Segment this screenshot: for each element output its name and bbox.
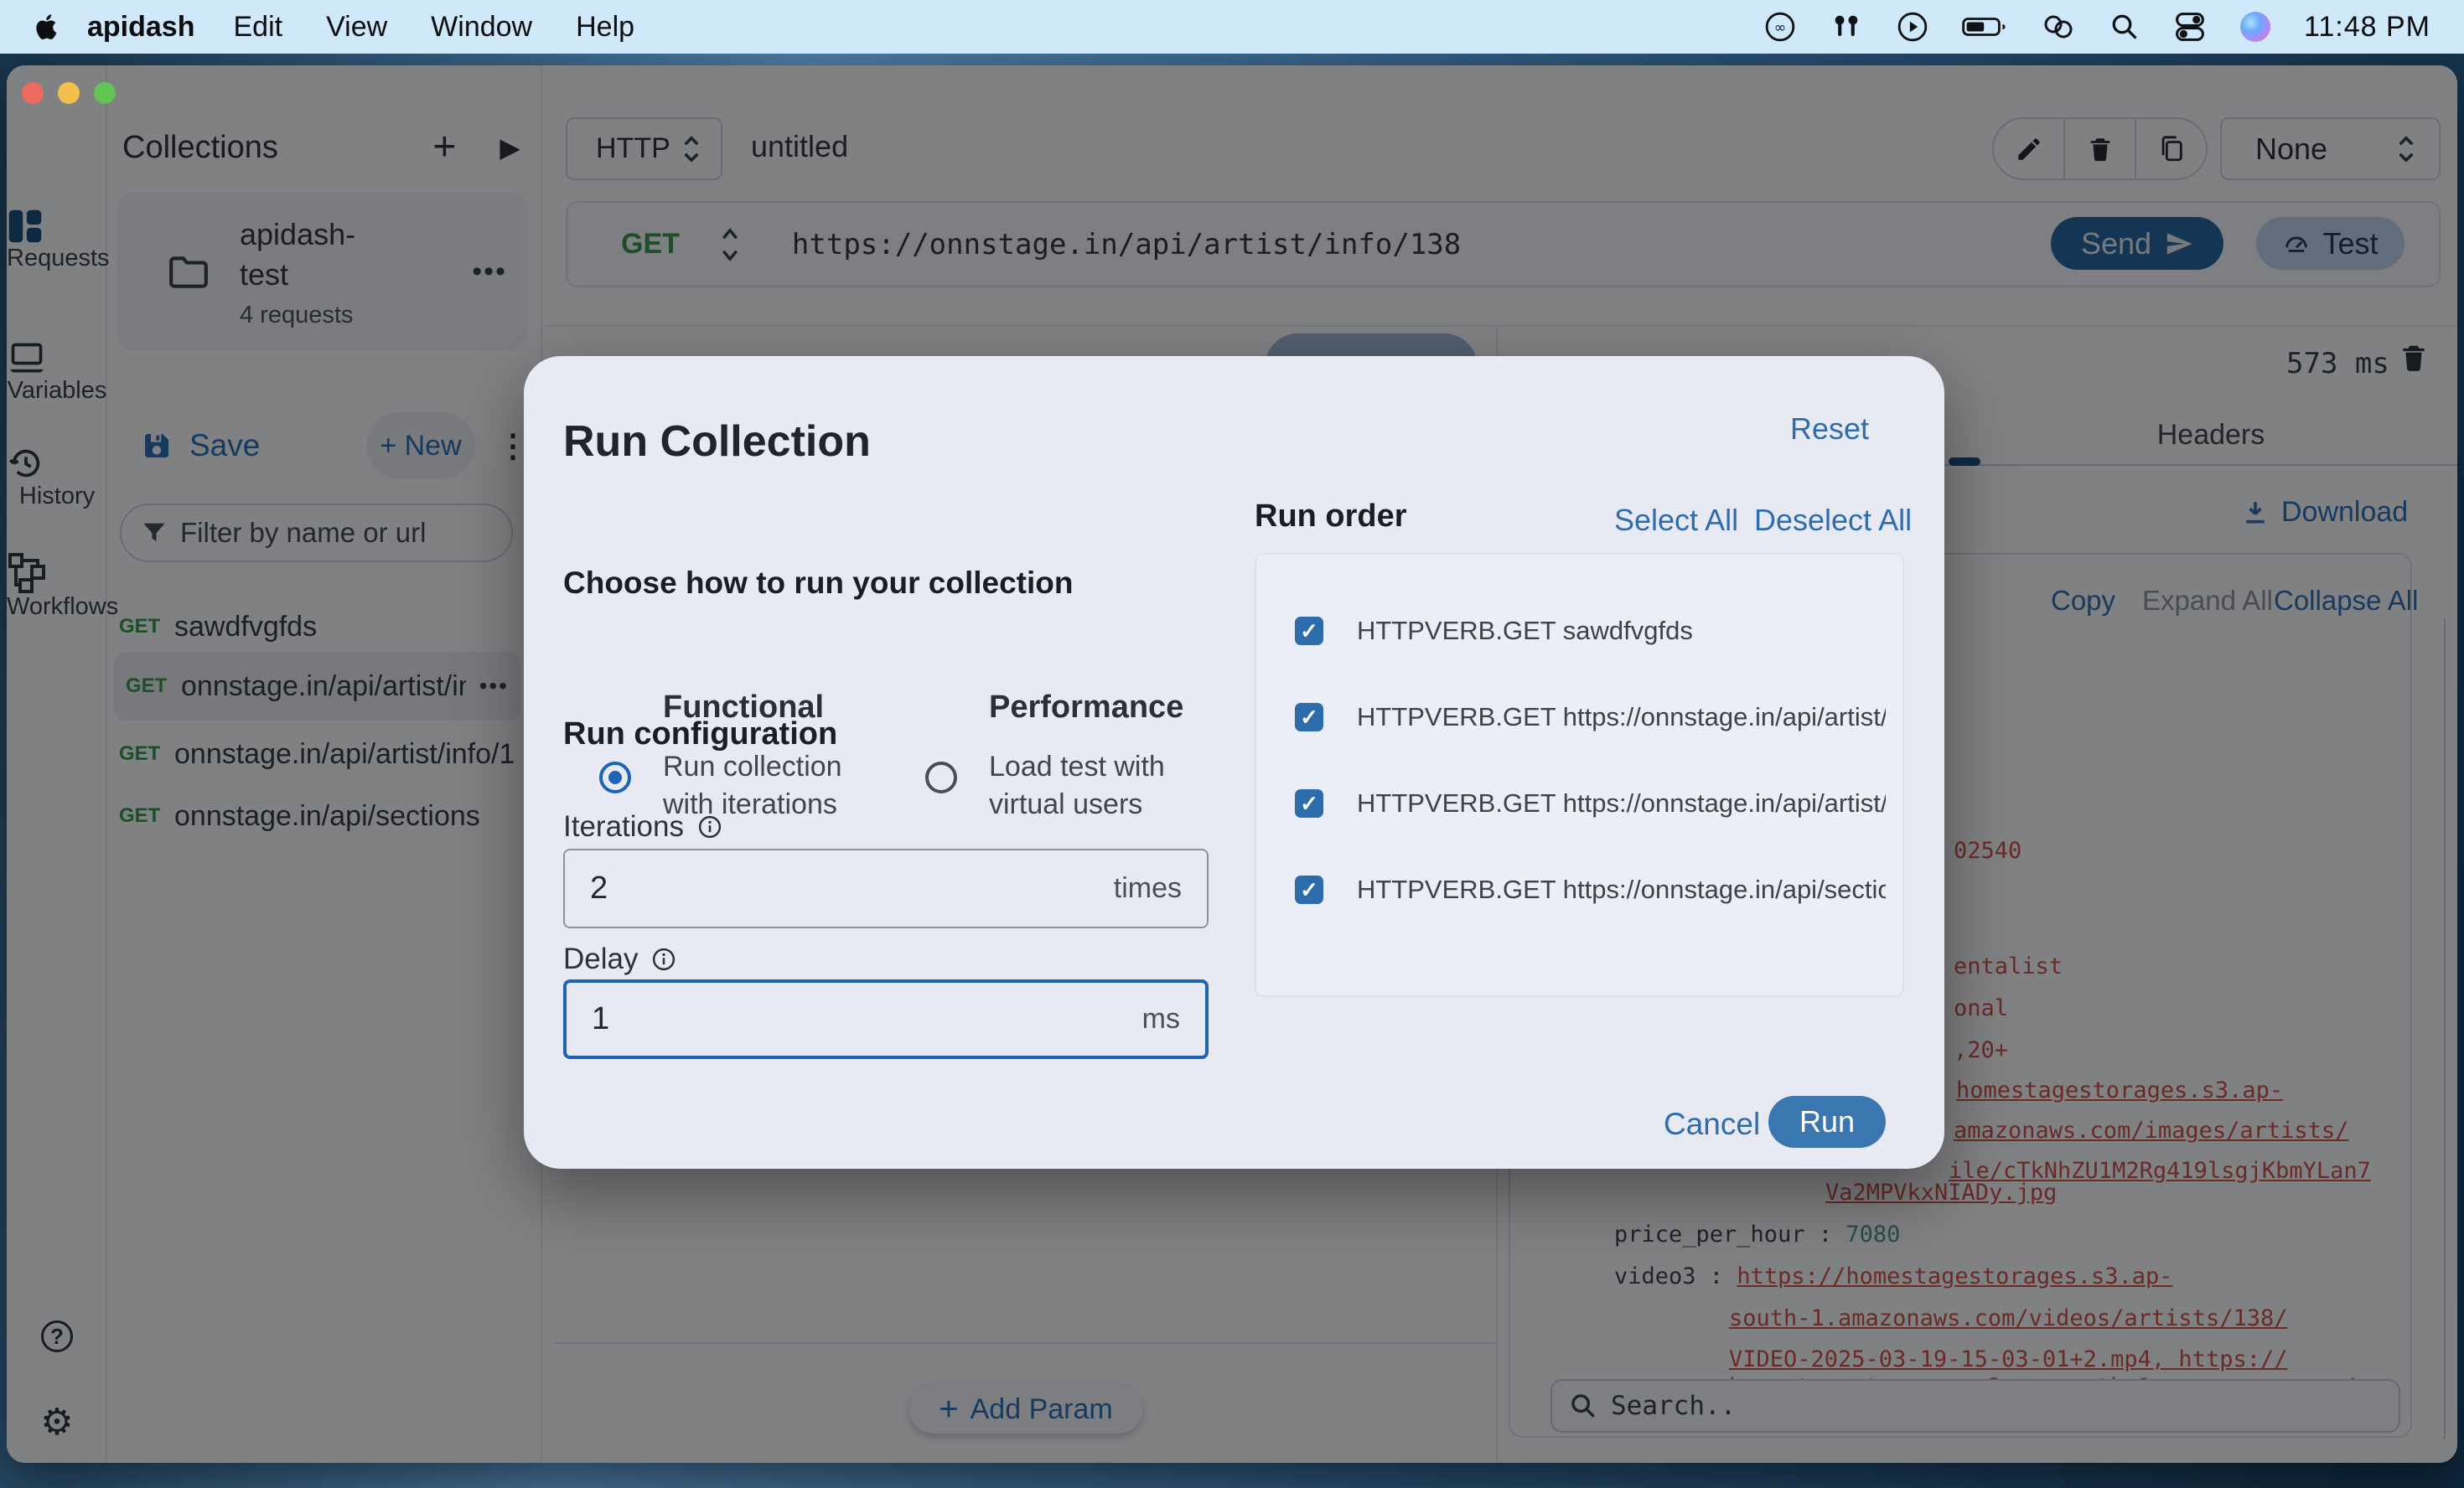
airpods-icon[interactable] (1830, 11, 1863, 43)
menu-window[interactable]: Window (431, 11, 532, 44)
iterations-input[interactable]: 2 times (563, 849, 1209, 928)
checkbox-checked[interactable]: ✓ (1295, 876, 1323, 904)
menu-bar: apidash Edit View Window Help ∞ 11:48 PM (0, 0, 2464, 54)
reset-button[interactable]: Reset (1790, 411, 1869, 447)
delay-label: Delay (563, 943, 676, 976)
close-button[interactable] (22, 82, 44, 104)
config-heading: Run configuration (563, 716, 837, 752)
info-icon (697, 814, 722, 840)
run-button[interactable]: Run (1768, 1096, 1886, 1148)
menu-edit[interactable]: Edit (233, 11, 282, 44)
control-center-icon[interactable] (2173, 11, 2207, 43)
run-order-list: ✓ HTTPVERB.GET sawdfvgfds ✓ HTTPVERB.GET… (1255, 553, 1904, 997)
siri-icon[interactable] (2240, 12, 2270, 42)
menu-app-name[interactable]: apidash (87, 11, 194, 44)
radio-performance[interactable] (925, 762, 957, 793)
svg-text:∞: ∞ (1774, 19, 1787, 36)
run-order-item: ✓ HTTPVERB.GET https://onnstage.in/api/a… (1295, 787, 1886, 820)
run-order-item: ✓ HTTPVERB.GET https://onnstage.in/api/s… (1295, 873, 1886, 907)
select-all-button[interactable]: Select All (1614, 503, 1738, 538)
radio-functional[interactable] (599, 762, 631, 793)
checkbox-checked[interactable]: ✓ (1295, 703, 1323, 731)
cancel-button[interactable]: Cancel (1664, 1107, 1760, 1142)
creative-cloud-icon[interactable]: ∞ (1764, 11, 1796, 43)
run-order-item: ✓ HTTPVERB.GET https://onnstage.in/api/a… (1295, 700, 1886, 734)
checkbox-checked[interactable]: ✓ (1295, 789, 1323, 818)
option-performance-desc: Load test with virtual users (989, 748, 1165, 824)
run-collection-dialog: Run Collection Reset Choose how to run y… (524, 356, 1944, 1169)
run-order-label: Run order (1255, 499, 1407, 535)
battery-icon[interactable] (1962, 11, 2007, 43)
run-order-item: ✓ HTTPVERB.GET sawdfvgfds (1295, 614, 1886, 648)
zoom-button[interactable] (94, 82, 116, 104)
menu-view[interactable]: View (326, 11, 387, 44)
deselect-all-button[interactable]: Deselect All (1754, 503, 1912, 538)
window-controls (22, 82, 116, 104)
menu-help[interactable]: Help (576, 11, 634, 44)
app-window: Requests Variables History Workflows ? ⚙ (7, 65, 2457, 1463)
play-menu-icon[interactable] (1897, 11, 1928, 43)
iterations-label: Iterations (563, 810, 722, 844)
dialog-title: Run Collection (563, 416, 871, 467)
apple-menu-icon[interactable] (34, 10, 62, 44)
spotlight-search-icon[interactable] (2109, 12, 2140, 42)
info-icon (651, 947, 676, 972)
delay-input[interactable]: 1 ms (563, 979, 1209, 1059)
minimize-button[interactable] (58, 82, 80, 104)
link-chain-icon[interactable] (2041, 11, 2076, 43)
menu-clock[interactable]: 11:48 PM (2304, 11, 2430, 44)
option-performance-label[interactable]: Performance (989, 690, 1183, 726)
checkbox-checked[interactable]: ✓ (1295, 617, 1323, 645)
choose-heading: Choose how to run your collection (563, 566, 1073, 601)
